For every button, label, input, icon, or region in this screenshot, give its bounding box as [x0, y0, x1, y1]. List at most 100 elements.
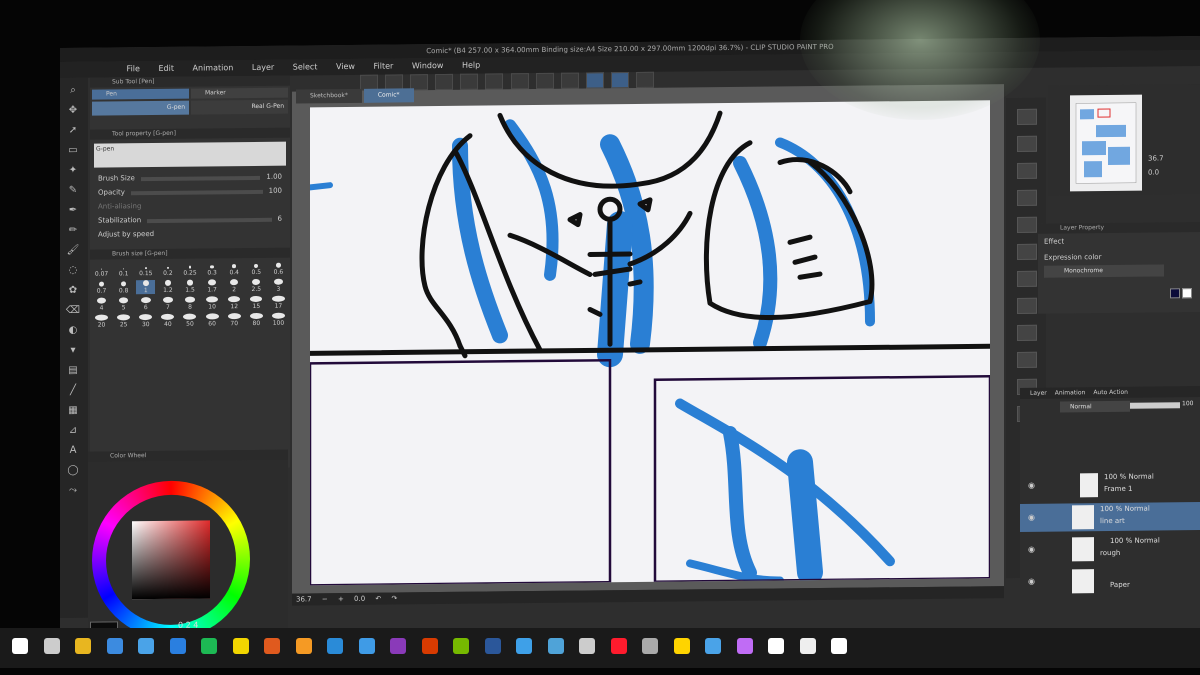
fill-tool-icon[interactable]: ▾	[65, 344, 81, 358]
mail-icon[interactable]	[138, 638, 154, 654]
brush-size-option[interactable]: 0.15	[136, 263, 155, 277]
layer-row-line-art[interactable]: ◉ 100 % Normal line art	[1020, 502, 1200, 532]
brush-size-option[interactable]: 0.4	[225, 262, 244, 276]
pen-tool-icon[interactable]: ✒	[65, 204, 81, 218]
brush-size-option[interactable]: 8	[180, 296, 199, 311]
navigator-angle[interactable]: 0.0	[1148, 168, 1159, 176]
brush-size-option[interactable]: 6	[136, 297, 155, 311]
clear-icon[interactable]	[485, 73, 504, 90]
cinema-icon[interactable]	[327, 638, 343, 654]
tab-pen[interactable]: Pen	[92, 88, 189, 100]
layer-opacity-value[interactable]: 100	[1182, 400, 1193, 407]
visibility-eye-icon[interactable]: ◉	[1028, 513, 1035, 522]
visibility-eye-icon[interactable]: ◉	[1028, 545, 1035, 554]
brush-size-option[interactable]: 0.7	[92, 280, 111, 295]
brush-size-option[interactable]: 1.7	[203, 279, 222, 293]
tab-animation-cels[interactable]: Animation	[1055, 389, 1086, 396]
brush-size-option[interactable]: 4	[92, 297, 111, 312]
task-view-icon[interactable]	[43, 638, 60, 654]
brush-real-g-pen[interactable]: Real G-Pen	[191, 99, 288, 115]
brush-size-option[interactable]: 0.2	[158, 263, 177, 277]
expression-color-select[interactable]: Monochrome	[1044, 264, 1164, 278]
tab-sketchbook[interactable]: Sketchbook*	[296, 88, 362, 104]
media-icon[interactable]	[358, 638, 375, 654]
brush-size-slider[interactable]	[140, 175, 261, 182]
saturation-value-square[interactable]	[132, 520, 210, 600]
rotate-left-button[interactable]: ↶	[371, 595, 385, 603]
frame-border-tool-icon[interactable]: ▦	[65, 404, 81, 418]
opera-icon[interactable]	[610, 638, 627, 654]
photos-icon[interactable]	[736, 638, 753, 654]
stabilization-slider[interactable]	[147, 217, 272, 224]
layer-row-paper[interactable]: ◉ Paper	[1020, 566, 1200, 596]
brush-tool-icon[interactable]: 🖌	[65, 244, 81, 258]
snap-ruler-icon[interactable]	[585, 72, 604, 89]
visibility-eye-icon[interactable]: ◉	[1028, 577, 1035, 586]
brush-size-option[interactable]: 17	[269, 295, 288, 310]
tab-comic[interactable]: Comic*	[363, 88, 414, 103]
tab-auto-action[interactable]: Auto Action	[1093, 389, 1128, 396]
text-tool-icon[interactable]: A	[65, 444, 81, 458]
subview-icon[interactable]	[1017, 135, 1037, 152]
angle-readout[interactable]: 0.0	[350, 595, 369, 603]
blender-icon[interactable]	[295, 638, 312, 654]
redo-icon[interactable]	[460, 73, 479, 90]
brush-size-option[interactable]: 100	[269, 312, 288, 327]
operation-tool-icon[interactable]: ➚	[65, 124, 81, 138]
settings-icon[interactable]	[547, 638, 564, 654]
zoom-readout[interactable]: 36.7	[292, 595, 316, 603]
layer-row-rough[interactable]: ◉ 100 % Normal rough	[1020, 534, 1200, 564]
start-icon[interactable]	[12, 638, 28, 654]
visibility-eye-icon[interactable]: ◉	[1028, 481, 1035, 490]
tab-layer[interactable]: Layer	[1030, 390, 1047, 397]
animation-cels-icon[interactable]	[1017, 297, 1037, 314]
dropbox-icon[interactable]	[169, 638, 186, 654]
brush-size-option[interactable]: 0.6	[269, 262, 288, 276]
selection-tool-icon[interactable]: ▭	[65, 144, 81, 158]
correct-line-tool-icon[interactable]: ⤳	[65, 484, 81, 498]
zoom-out-button[interactable]: −	[318, 595, 332, 603]
blend-mode-select[interactable]: Normal	[1060, 400, 1130, 413]
sub-layer-color[interactable]	[1182, 288, 1192, 299]
office-icon[interactable]	[421, 638, 438, 654]
material-icon[interactable]	[1017, 243, 1037, 260]
figure-tool-icon[interactable]: ╱	[65, 384, 81, 398]
auto-select-tool-icon[interactable]: ✦	[65, 164, 81, 178]
adjust-speed-row[interactable]: Adjust by speed	[90, 226, 290, 242]
history-icon[interactable]	[1017, 216, 1037, 233]
comic-page[interactable]	[307, 100, 993, 587]
layer-opacity-slider[interactable]	[1130, 402, 1180, 409]
files-icon[interactable]	[768, 638, 784, 654]
color-wheel[interactable]	[92, 480, 250, 640]
blend-tool-icon[interactable]: ◐	[65, 324, 81, 338]
brush-size-option[interactable]: 7	[158, 296, 177, 311]
brush-size-option[interactable]: 25	[114, 314, 133, 328]
navigator-zoom[interactable]: 36.7	[1148, 154, 1164, 162]
gradient-tool-icon[interactable]: ▤	[65, 364, 81, 378]
xmind-icon[interactable]	[264, 638, 280, 654]
brush-size-option[interactable]: 2.5	[247, 278, 266, 293]
brush-size-option[interactable]: 50	[180, 313, 199, 328]
notes-icon[interactable]	[673, 638, 690, 654]
brush-size-option[interactable]: 5	[114, 297, 133, 311]
onenote-icon[interactable]	[390, 638, 406, 654]
pencil-tool-icon[interactable]: ✏	[65, 224, 81, 238]
brush-size-option[interactable]: 10	[203, 296, 222, 310]
menu-layer[interactable]: Layer	[244, 60, 282, 76]
c-app-icon[interactable]	[516, 638, 532, 654]
zoom-in-button[interactable]: +	[334, 595, 348, 603]
store-icon[interactable]	[106, 638, 123, 654]
brush-size-option[interactable]: 2	[225, 279, 244, 293]
info-icon[interactable]	[1017, 162, 1037, 179]
brush-size-option[interactable]: 0.8	[114, 280, 133, 294]
tab-marker[interactable]: Marker	[191, 87, 288, 99]
brush-size-option[interactable]: 1.5	[180, 279, 199, 294]
decoration-tool-icon[interactable]: ✿	[65, 284, 81, 298]
unity-icon[interactable]	[579, 638, 595, 654]
brush-size-option[interactable]: 80	[247, 312, 266, 327]
clip-studio-paint-icon[interactable]	[831, 638, 847, 654]
brush-size-option[interactable]: 12	[225, 296, 244, 310]
clip-studio-icon[interactable]	[799, 638, 816, 654]
item-bank-icon[interactable]	[1017, 189, 1037, 206]
brush-size-option[interactable]: 0.1	[114, 263, 133, 277]
